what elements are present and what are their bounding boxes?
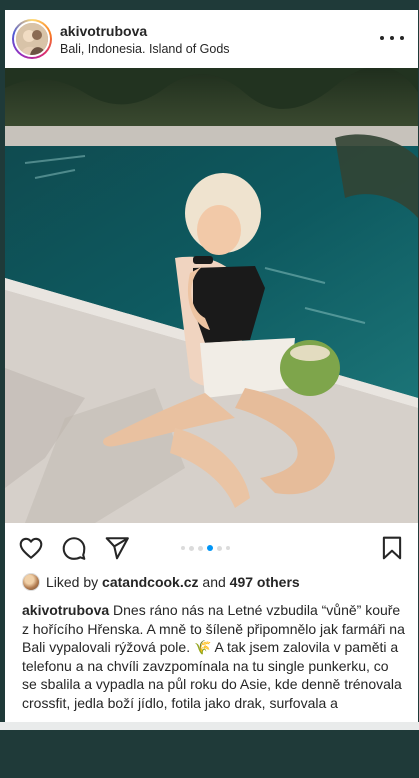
bottom-fade (0, 722, 419, 730)
send-icon[interactable] (104, 535, 130, 561)
heart-icon[interactable] (18, 535, 44, 561)
carousel-dot (189, 545, 194, 551)
post-card: akivotrubova Bali, Indonesia. Island of … (5, 10, 418, 722)
user-block: akivotrubova Bali, Indonesia. Island of … (60, 23, 230, 57)
caption-author[interactable]: akivotrubova (22, 602, 109, 618)
more-horizontal-icon[interactable] (380, 30, 404, 46)
likes-count[interactable]: 497 others (230, 574, 300, 590)
carousel-dot (198, 545, 203, 551)
carousel-dot (181, 546, 185, 550)
carousel-dot (217, 545, 222, 551)
likes-row: Liked by catandcook.cz and 497 others (22, 573, 300, 591)
likes-conjunction: and (202, 574, 226, 590)
username[interactable]: akivotrubova (60, 23, 230, 39)
photo-illustration (5, 68, 418, 523)
bookmark-icon[interactable] (379, 535, 405, 561)
likes-prefix: Liked by (46, 574, 99, 590)
carousel-indicator (181, 545, 230, 551)
avatar[interactable] (14, 21, 50, 57)
avatar-image (16, 23, 48, 55)
top-strip (0, 0, 419, 10)
action-bar (5, 526, 418, 568)
location[interactable]: Bali, Indonesia. Island of Gods (60, 41, 230, 57)
liker-username[interactable]: catandcook.cz (102, 574, 198, 590)
carousel-dot-active (207, 545, 213, 551)
liker-avatar[interactable] (22, 573, 40, 591)
comment-icon[interactable] (61, 535, 87, 561)
caption-text: Dnes ráno nás na Letné vzbudila “vůně” k… (22, 602, 405, 711)
story-ring[interactable] (12, 19, 52, 59)
post-header: akivotrubova Bali, Indonesia. Island of … (5, 10, 418, 68)
post-caption: akivotrubova Dnes ráno nás na Letné vzbu… (22, 601, 407, 712)
bottom-background (0, 730, 419, 778)
post-photo[interactable] (5, 68, 418, 523)
carousel-dot (226, 546, 230, 550)
